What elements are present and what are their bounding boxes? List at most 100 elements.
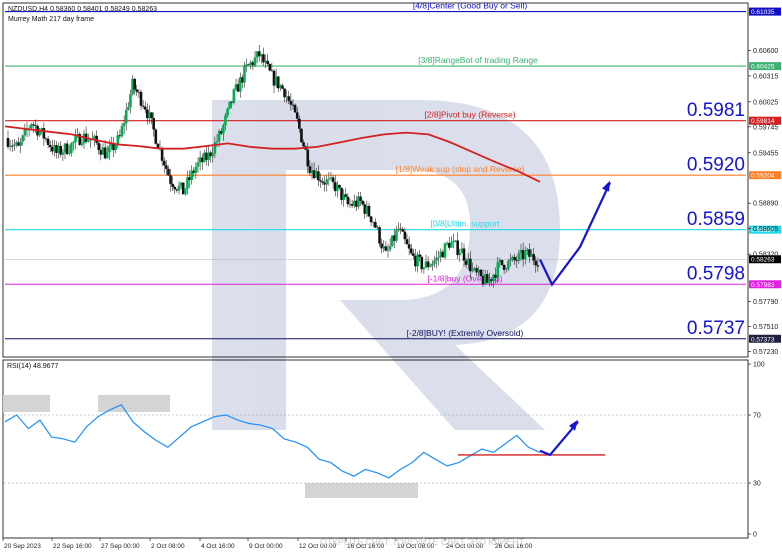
candle-body [534, 260, 538, 266]
candle-body [105, 152, 109, 159]
rsi-tick-label: 70 [753, 413, 761, 420]
price-tick-label: 0.60600 [753, 48, 778, 55]
price-tick-label: 0.57230 [753, 349, 778, 356]
candle-body [479, 269, 483, 276]
candle-body [302, 142, 305, 147]
candle-body [72, 142, 75, 144]
rsi-tick-label: 30 [753, 481, 761, 488]
level-price-tag-text: 0.59204 [751, 173, 775, 180]
candle-body [48, 144, 52, 148]
candle-body [122, 123, 126, 127]
price-tick-label: 0.60315 [753, 73, 778, 80]
candle-body [456, 240, 459, 256]
time-tick-label: 22 Sep 16:00 [53, 543, 92, 550]
candle-body [177, 185, 181, 191]
candle-body [129, 94, 132, 108]
candle-body [80, 143, 84, 146]
price-tick-label: 0.57510 [753, 324, 778, 331]
price-tick-label: 0.58605 [753, 226, 778, 233]
candle-body [431, 263, 434, 266]
candle-body [215, 141, 219, 143]
price-tick-label: 0.58320 [753, 252, 778, 259]
candle-body [211, 153, 215, 157]
candle-body [46, 138, 50, 145]
time-tick-label: 2 Oct 08:00 [151, 543, 185, 550]
candle-body [517, 253, 521, 261]
candle-body [160, 147, 164, 161]
candle-body [321, 181, 324, 183]
candle-body [428, 265, 432, 268]
candle-body [507, 260, 510, 269]
candle-body [154, 129, 158, 144]
candle-body [222, 125, 225, 134]
candle-body [194, 166, 198, 173]
rsi-tick-label: 0 [753, 532, 757, 539]
level-price-tag-text: 0.57983 [751, 282, 775, 289]
candle-body [513, 257, 516, 261]
candle-body [317, 171, 320, 181]
candle-body [38, 131, 41, 136]
candle-body [124, 109, 128, 124]
candle-body [152, 118, 155, 130]
candle-body [405, 239, 409, 245]
price-tick-label: 0.58890 [753, 201, 778, 208]
big-level-label: 0.5737 [687, 318, 745, 339]
candle-body [300, 128, 303, 143]
time-tick-label: 20 Sep 2023 [4, 543, 41, 550]
candle-body [319, 180, 322, 182]
candle-body [141, 105, 145, 107]
candle-body [293, 104, 297, 113]
candle-body [496, 262, 500, 278]
candle-body [243, 66, 246, 83]
level-label: [3/8]RangeBot of trading Range [418, 55, 538, 65]
candle-body [283, 88, 286, 98]
chart-stage: [4/8]Center (Good Buy or Sell) 0.61035 [3/… [0, 0, 782, 551]
candle-body [74, 136, 77, 143]
candle-body [523, 251, 527, 260]
candle-body [331, 177, 335, 183]
candle-body [10, 145, 14, 147]
big-level-label: 0.5920 [687, 155, 745, 176]
level-price-tag-text: 0.60425 [751, 64, 775, 71]
candle-body [268, 63, 272, 71]
rsi-tick-label: 100 [753, 362, 765, 369]
candle-body [89, 139, 92, 141]
candle-body [443, 243, 447, 258]
candle-body [139, 91, 143, 106]
candle-body [407, 244, 411, 249]
level-label: [-2/8]BUY! (Extremly Oversold) [407, 328, 524, 338]
candle-body [346, 196, 350, 205]
rsi-highlight-zone [3, 395, 50, 412]
candle-body [409, 248, 413, 254]
candle-body [143, 106, 147, 110]
level-label: [0/8]Ultim. support [431, 219, 501, 229]
candle-body [462, 248, 466, 261]
candle-body [338, 184, 341, 188]
candle-body [232, 89, 236, 103]
candle-body [422, 267, 426, 270]
candle-body [19, 141, 22, 146]
candle-body [120, 126, 124, 137]
candle-body [458, 253, 462, 256]
candle-body [412, 253, 415, 256]
candle-body [450, 242, 453, 248]
candle-body [169, 175, 172, 184]
watermark-text: ОТКРЫТЬ СЧЁТ ТОРГУЙТЕ СВЕТ ЭТО КЛИЕНТ [320, 536, 525, 547]
candle-body [21, 135, 25, 142]
candle-body [162, 160, 166, 166]
candle-body [401, 229, 405, 232]
chart-canvas: [4/8]Center (Good Buy or Sell) 0.61035 [3/… [0, 0, 782, 551]
candle-body [108, 146, 111, 153]
rsi-label: RSI(14) 48.9677 [7, 363, 58, 370]
candle-body [65, 143, 69, 155]
big-level-label: 0.5798 [687, 264, 745, 285]
chart-background [0, 0, 782, 551]
candle-body [361, 200, 364, 205]
candle-body [437, 257, 440, 259]
time-tick-label: 4 Oct 16:00 [201, 543, 235, 550]
candle-body [171, 183, 174, 187]
candle-body [150, 112, 153, 119]
candle-body [388, 245, 392, 250]
candle-body [344, 194, 348, 197]
rsi-highlight-zone [305, 483, 418, 498]
